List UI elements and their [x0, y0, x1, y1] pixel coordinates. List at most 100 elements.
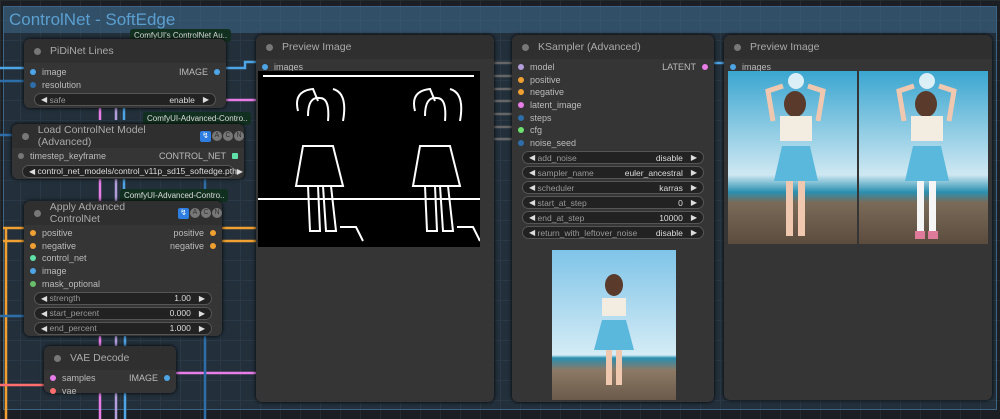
- slot-label: image: [42, 67, 67, 78]
- widget-value: 0: [678, 197, 683, 208]
- input-image[interactable]: image IMAGE: [24, 66, 226, 79]
- latent-preview-image: [552, 250, 676, 400]
- widget-label: safe: [49, 94, 66, 105]
- slot-label: mask_optional: [42, 278, 101, 289]
- input-mask-optional[interactable]: mask_optional: [24, 277, 222, 290]
- node-title: Load ControlNet Model (Advanced): [37, 124, 146, 148]
- input-image[interactable]: image: [24, 265, 222, 278]
- slot-label: IMAGE: [178, 67, 208, 78]
- slot-label: timestep_keyframe: [30, 151, 107, 162]
- widget-value: 1.000: [169, 323, 191, 334]
- widget-value: euler_ancestral: [624, 167, 683, 178]
- input-noise-seed[interactable]: noise_seed: [512, 137, 714, 150]
- widget-label: strength: [49, 293, 81, 304]
- node-title: Apply Advanced ControlNet: [49, 201, 126, 225]
- widget-end-percent[interactable]: ◀ end_percent 1.000 ▶: [34, 321, 212, 335]
- slot-label: noise_seed: [530, 137, 577, 148]
- input-samples[interactable]: samples IMAGE: [44, 372, 176, 385]
- input-positive[interactable]: positive: [512, 74, 714, 87]
- input-model[interactable]: model LATENT: [512, 61, 714, 74]
- widget-sampler-name[interactable]: ◀ sampler_name euler_ancestral ▶: [522, 166, 704, 180]
- slot-label: positive: [42, 228, 73, 239]
- input-resolution[interactable]: resolution: [24, 79, 226, 92]
- slot-label: negative: [42, 240, 77, 251]
- widget-value: karras: [659, 182, 683, 193]
- widget-value: 0.000: [169, 308, 191, 319]
- node-title: Preview Image: [282, 41, 352, 53]
- collapse-dot[interactable]: [734, 43, 741, 51]
- widget-label: add_noise: [537, 152, 577, 163]
- input-vae[interactable]: vae: [44, 385, 176, 398]
- collapse-dot[interactable]: [266, 43, 273, 51]
- output-latent[interactable]: LATENT: [662, 62, 708, 72]
- puzzle-icon: ↯ A C N: [200, 130, 244, 142]
- slot-label: IMAGE: [128, 373, 158, 384]
- output-negative[interactable]: negative: [170, 241, 216, 251]
- widget-safe[interactable]: ◀ safe enable ▶: [34, 93, 216, 107]
- widget-label: start_at_step: [537, 197, 587, 208]
- widget-value: disable: [655, 227, 683, 238]
- widget-start-at-step[interactable]: ◀ start_at_step 0 ▶: [522, 196, 704, 210]
- output-control-net[interactable]: CONTROL_NET: [159, 151, 238, 161]
- widget-value: 1.00: [174, 293, 191, 304]
- widget-control-net-name[interactable]: ◀ control_net_models/control_v11p_sd15_s…: [22, 164, 243, 178]
- widget-add-noise[interactable]: ◀ add_noise disable ▶: [522, 151, 704, 165]
- wire: [226, 60, 260, 70]
- node-title: VAE Decode: [70, 352, 130, 364]
- collapse-dot[interactable]: [34, 47, 41, 55]
- widget-scheduler[interactable]: ◀ scheduler karras ▶: [522, 181, 704, 195]
- slot-label: model: [530, 62, 555, 73]
- output-image[interactable]: IMAGE: [179, 67, 220, 77]
- input-cfg[interactable]: cfg: [512, 124, 714, 137]
- node-title: PiDiNet Lines: [50, 45, 114, 57]
- input-negative[interactable]: negative: [512, 86, 714, 99]
- input-timestep-keyframe[interactable]: timestep_keyframe CONTROL_NET: [12, 150, 244, 163]
- widget-label: end_at_step: [537, 212, 585, 223]
- node-ksampler-advanced[interactable]: KSampler (Advanced) model LATENT positiv…: [512, 35, 714, 402]
- input-positive[interactable]: positive positive: [24, 227, 222, 240]
- collapse-dot[interactable]: [54, 354, 61, 362]
- input-negative[interactable]: negative negative: [24, 240, 222, 253]
- node-title: KSampler (Advanced): [538, 41, 641, 53]
- output-image[interactable]: IMAGE: [129, 373, 170, 383]
- widget-start-percent[interactable]: ◀ start_percent 0.000 ▶: [34, 306, 212, 320]
- slot-label: image: [42, 266, 67, 277]
- widget-end-at-step[interactable]: ◀ end_at_step 10000 ▶: [522, 211, 704, 225]
- widget-value: disable: [655, 152, 683, 163]
- collapse-dot[interactable]: [22, 132, 29, 140]
- node-preview-image-edges[interactable]: Preview Image images: [256, 35, 494, 402]
- widget-return-with-leftover-noise[interactable]: ◀ return_with_leftover_noise disable ▶: [522, 226, 704, 240]
- node-pidinet-lines[interactable]: PiDiNet Lines image IMAGE resolution ◀ s…: [24, 39, 226, 108]
- input-steps[interactable]: steps: [512, 111, 714, 124]
- collapse-dot[interactable]: [522, 43, 529, 51]
- widget-label: return_with_leftover_noise: [537, 227, 638, 238]
- widget-value: 10000: [659, 212, 683, 223]
- node-load-controlnet-model[interactable]: Load ControlNet Model (Advanced) ↯ A C N ti…: [12, 124, 244, 179]
- slot-label: control_net: [42, 253, 87, 264]
- input-control-net[interactable]: control_net: [24, 252, 222, 265]
- slot-label: negative: [169, 240, 204, 251]
- widget-value: enable: [169, 94, 195, 105]
- slot-label: LATENT: [662, 62, 696, 73]
- widget-strength[interactable]: ◀ strength 1.00 ▶: [34, 291, 212, 305]
- node-apply-advanced-controlnet[interactable]: Apply Advanced ControlNet ↯ A C N positive …: [24, 201, 222, 336]
- result-image-1: [728, 71, 857, 244]
- node-vae-decode[interactable]: VAE Decode samples IMAGE vae: [44, 346, 176, 396]
- slot-label: steps: [530, 112, 552, 123]
- output-positive[interactable]: positive: [173, 228, 216, 238]
- puzzle-icon: ↯ A C N: [178, 207, 222, 219]
- slot-label: latent_image: [530, 100, 582, 111]
- node-preview-image-results[interactable]: Preview Image images: [724, 35, 992, 400]
- widget-label: end_percent: [49, 323, 97, 334]
- slot-label: samples: [62, 373, 96, 384]
- result-image-2: [859, 71, 988, 244]
- input-latent-image[interactable]: latent_image: [512, 99, 714, 112]
- slot-label: cfg: [530, 125, 543, 136]
- softedge-preview-image[interactable]: [258, 71, 480, 247]
- wire: [222, 226, 260, 243]
- result-preview-images[interactable]: [728, 71, 988, 244]
- collapse-dot[interactable]: [34, 209, 41, 217]
- slot-label: positive: [173, 228, 204, 239]
- widget-label: scheduler: [537, 182, 575, 193]
- widget-value: control_net_models/control_v11p_sd15_sof…: [37, 166, 237, 177]
